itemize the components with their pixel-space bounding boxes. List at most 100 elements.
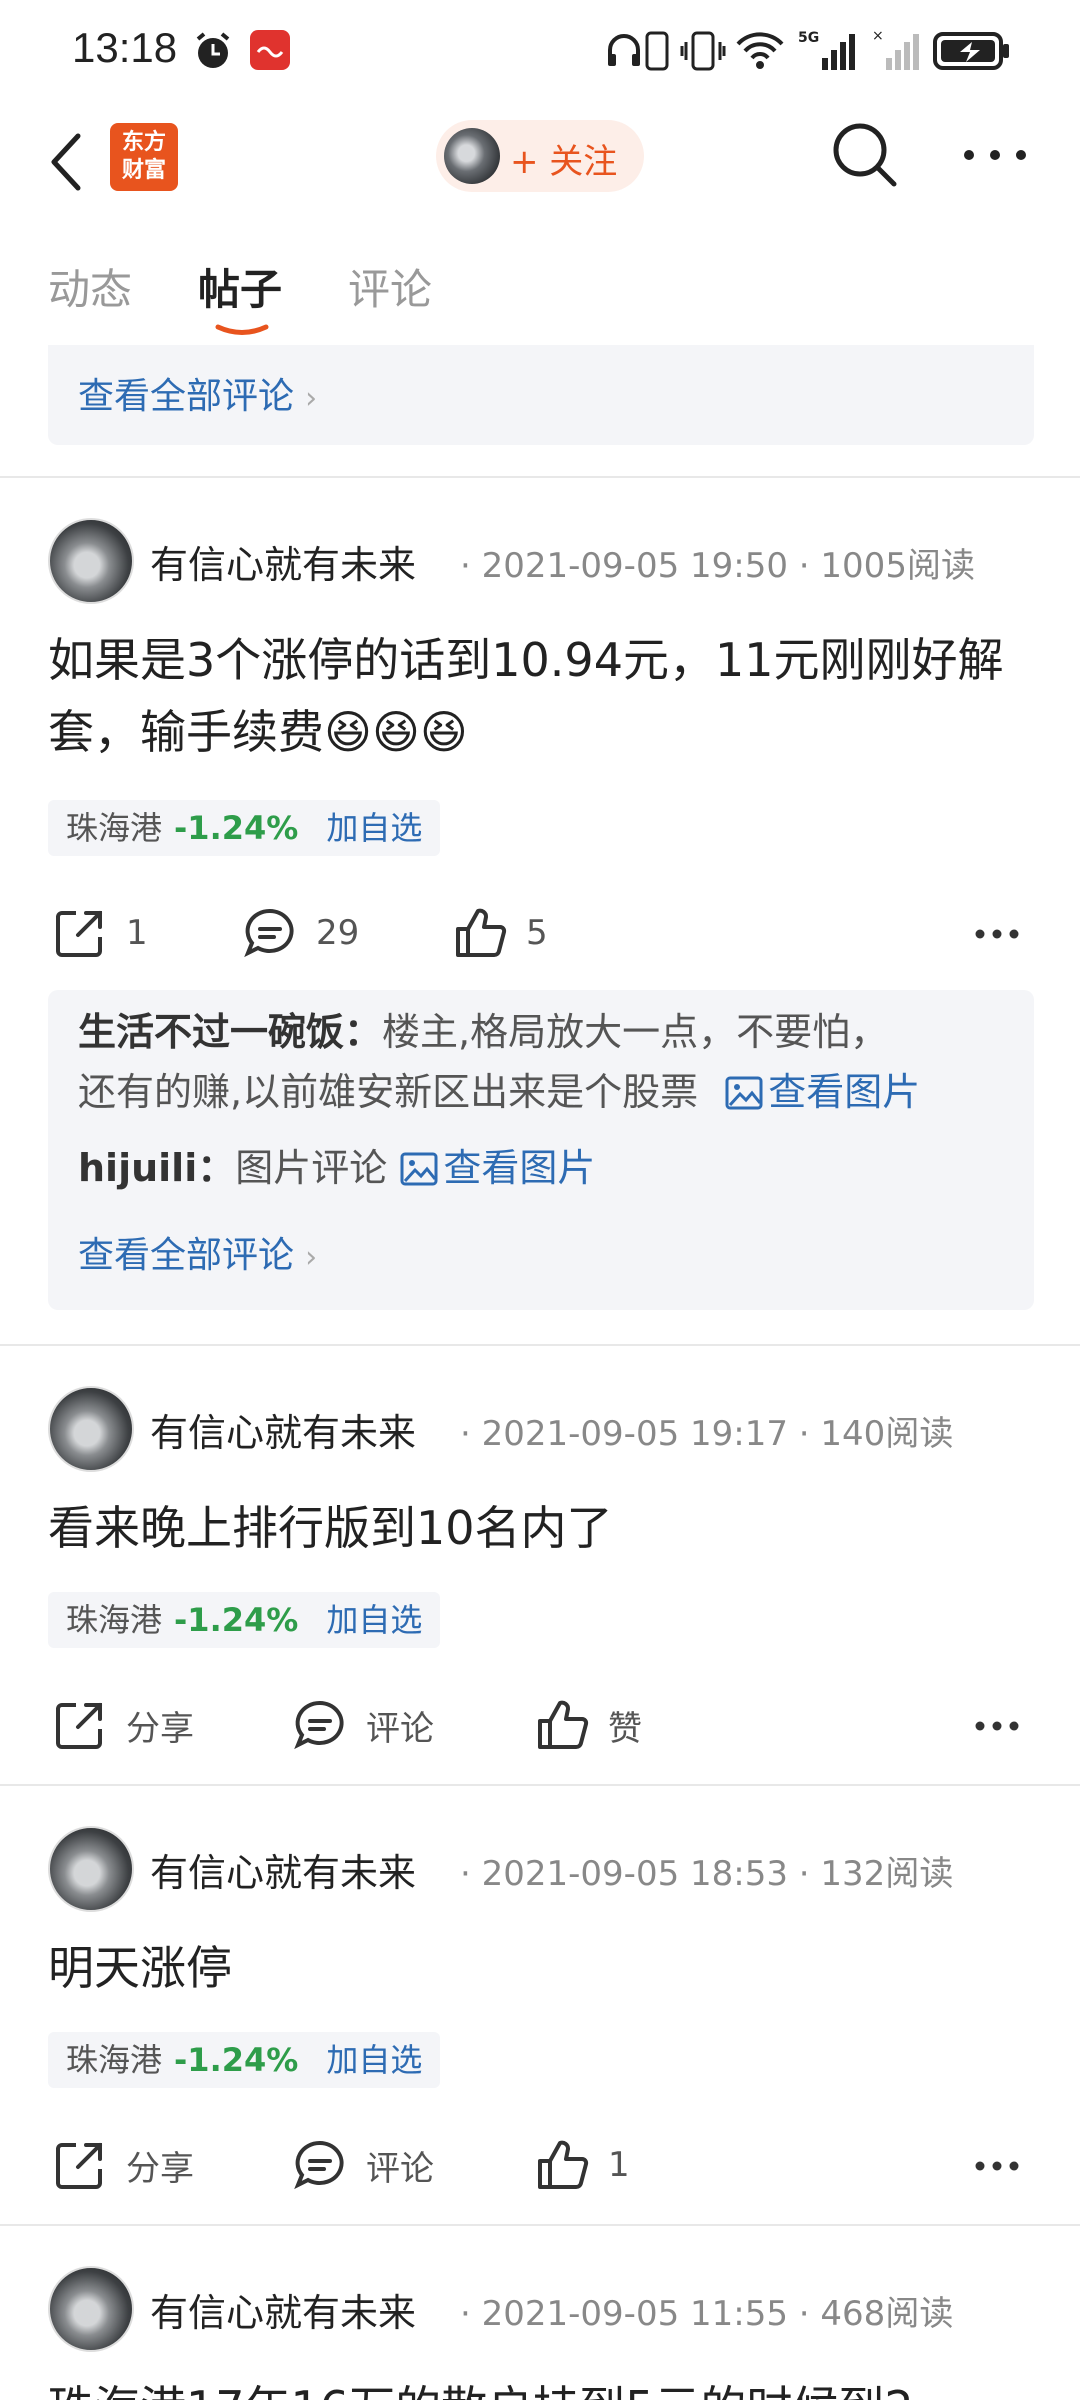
comment-box: 生活不过一碗饭：楼主,格局放大一点，不要怕， 还有的赚,以前雄安新区出来是个股票…	[48, 990, 1034, 1310]
follow-button[interactable]: + 关注	[436, 120, 644, 192]
post-content[interactable]: 明天涨停	[48, 1932, 1038, 2004]
like-label: 赞	[608, 1708, 642, 1749]
like-button[interactable]: 赞	[534, 1690, 642, 1760]
stock-name: 珠海港	[66, 2041, 163, 2079]
comment-button[interactable]: 评论	[292, 1690, 434, 1760]
image-icon	[725, 1076, 763, 1110]
search-icon[interactable]	[828, 118, 900, 190]
chevron-right-icon: ›	[305, 381, 318, 416]
more-options-icon[interactable]	[974, 928, 1020, 940]
image-icon	[400, 1152, 438, 1186]
stock-change: -1.24%	[174, 809, 299, 847]
avatar[interactable]	[48, 1826, 134, 1912]
logo-line-1: 东方	[121, 130, 166, 155]
signal-5g-icon: 5G	[798, 30, 855, 70]
share-button[interactable]: 分享	[52, 1690, 194, 1760]
battery-charging-icon	[933, 32, 1009, 70]
reply-user[interactable]: 生活不过一碗饭	[78, 1010, 344, 1054]
author-name[interactable]: 有信心就有未来	[150, 1402, 416, 1457]
like-count: 1	[608, 2145, 630, 2185]
comment-label: 评论	[366, 2148, 434, 2189]
follow-label: + 关注	[510, 142, 618, 182]
reply-user[interactable]: hijuili	[78, 1146, 197, 1190]
stock-tag[interactable]: 珠海港 -1.24% 加自选	[48, 2032, 441, 2088]
comment-button[interactable]: 29	[242, 898, 359, 968]
user-avatar	[444, 128, 500, 184]
post-meta: · 2021-09-05 19:50 · 1005阅读	[460, 546, 975, 586]
post-card: 有信心就有未来 · 2021-09-05 19:17 · 140阅读 看来晚上排…	[0, 1346, 1080, 1786]
add-watchlist-button[interactable]: 加自选	[326, 809, 422, 847]
vibrate-icon	[680, 31, 726, 71]
share-icon	[56, 911, 102, 957]
post-actions: 1 29 5	[0, 898, 1080, 968]
author-name[interactable]: 有信心就有未来	[150, 2282, 416, 2337]
more-menu-icon[interactable]	[960, 140, 1030, 170]
stock-name: 珠海港	[66, 809, 163, 847]
post-meta: · 2021-09-05 18:53 · 132阅读	[460, 1854, 954, 1894]
share-label: 分享	[126, 1708, 194, 1749]
post-card: 有信心就有未来 · 2021-09-05 11:55 · 468阅读 珠海港17…	[0, 2226, 1080, 2400]
view-all-label: 查看全部评论	[78, 376, 295, 417]
share-count: 1	[126, 913, 148, 953]
avatar[interactable]	[48, 2266, 134, 2352]
view-image-link[interactable]: 查看图片	[399, 1146, 595, 1190]
alarm-icon	[196, 32, 230, 68]
share-label: 分享	[126, 2148, 194, 2189]
view-image-label: 查看图片	[768, 1070, 921, 1114]
comment-button[interactable]: 评论	[292, 2130, 434, 2200]
reply-text: 还有的赚,以前雄安新区出来是个股票	[78, 1070, 699, 1114]
author-name[interactable]: 有信心就有未来	[150, 1842, 416, 1897]
like-count: 5	[526, 913, 548, 953]
share-button[interactable]: 1	[52, 898, 148, 968]
chevron-right-icon: ›	[305, 1240, 318, 1275]
like-button[interactable]: 5	[452, 898, 548, 968]
logo-line-2: 财富	[121, 158, 166, 183]
more-options-icon[interactable]	[974, 2160, 1020, 2172]
reply-item[interactable]: hijuili：图片评论 查看图片	[78, 1138, 595, 1198]
post-content[interactable]: 看来晚上排行版到10名内了	[48, 1492, 1038, 1564]
stock-tag[interactable]: 珠海港 -1.24% 加自选	[48, 800, 441, 856]
stock-change: -1.24%	[174, 2041, 299, 2079]
status-time: 13:18	[72, 24, 178, 71]
author-name[interactable]: 有信心就有未来	[150, 534, 416, 589]
reply-item[interactable]: 生活不过一碗饭：楼主,格局放大一点，不要怕， 还有的赚,以前雄安新区出来是个股票…	[78, 1002, 1018, 1122]
back-arrow-icon[interactable]	[40, 122, 100, 202]
reply-separator: ：	[197, 1146, 236, 1190]
view-all-comments-link[interactable]: 查看全部评论 ›	[78, 1226, 317, 1278]
add-watchlist-button[interactable]: 加自选	[326, 1601, 422, 1639]
post-card: 有信心就有未来 · 2021-09-05 18:53 · 132阅读 明天涨停 …	[0, 1786, 1080, 2226]
view-image-link[interactable]: 查看图片	[710, 1070, 920, 1114]
phone-icon	[645, 31, 669, 71]
post-content[interactable]: 如果是3个涨停的话到10.94元，11元刚刚好解套，输手续费😆😆😆	[48, 624, 1038, 768]
add-watchlist-button[interactable]: 加自选	[326, 2041, 422, 2079]
stock-tag[interactable]: 珠海港 -1.24% 加自选	[48, 1592, 441, 1648]
thumbs-up-icon	[538, 1700, 589, 1749]
comment-icon	[294, 1700, 344, 1750]
avatar[interactable]	[48, 518, 134, 604]
post-content[interactable]: 珠海港17年16万的散户持到5元的时候到2	[48, 2372, 1038, 2400]
app-notification-icon	[250, 30, 290, 70]
post-meta: · 2021-09-05 11:55 · 468阅读	[460, 2294, 954, 2334]
stock-change: -1.24%	[174, 1601, 299, 1639]
tab-posts[interactable]: 帖子	[198, 256, 282, 317]
app-logo: 东方 财富	[110, 123, 178, 191]
tab-comments[interactable]: 评论	[348, 256, 432, 317]
view-all-comments-link[interactable]: 查看全部评论 ›	[78, 367, 317, 419]
thumbs-up-icon	[456, 908, 507, 957]
more-options-icon[interactable]	[974, 1720, 1020, 1732]
share-icon	[56, 1703, 102, 1749]
like-button[interactable]: 1	[534, 2130, 630, 2200]
status-bar: 13:18 5G ×	[0, 0, 1080, 100]
thumbs-up-icon	[538, 2140, 589, 2189]
post-actions: 分享 评论 1	[0, 2130, 1080, 2200]
tab-bar: 动态 帖子 评论	[0, 232, 1080, 342]
post-actions: 分享 评论 赞	[0, 1690, 1080, 1760]
share-button[interactable]: 分享	[52, 2130, 194, 2200]
avatar[interactable]	[48, 1386, 134, 1472]
comment-label: 评论	[366, 1708, 434, 1749]
active-tab-indicator	[215, 324, 269, 335]
comment-icon	[244, 908, 294, 958]
comment-count: 29	[316, 913, 360, 953]
stock-name: 珠海港	[66, 1601, 163, 1639]
tab-dynamics[interactable]: 动态	[48, 256, 132, 317]
